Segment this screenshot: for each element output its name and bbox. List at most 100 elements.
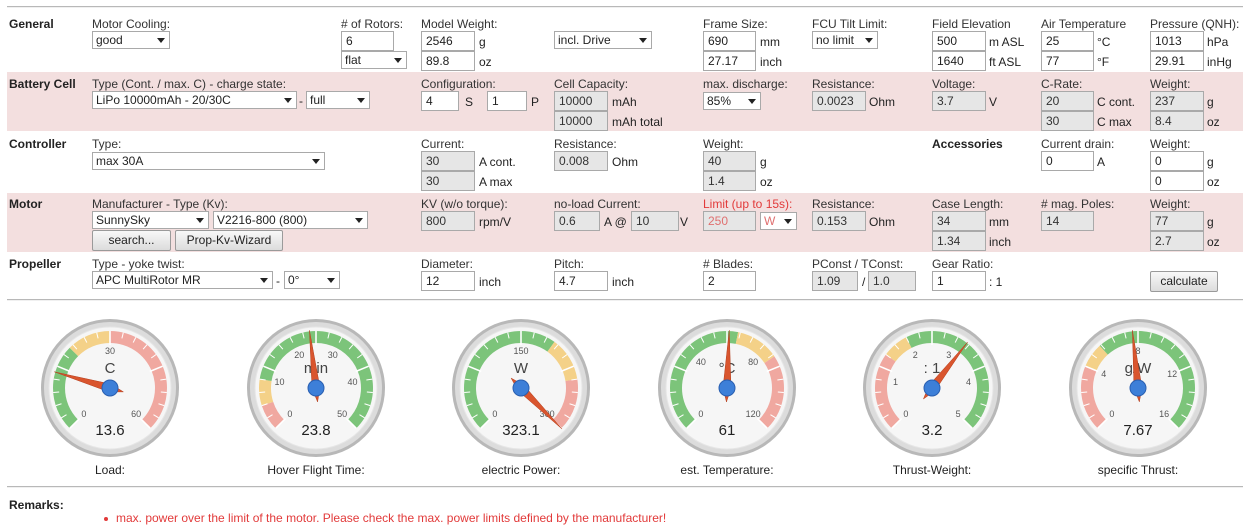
battery-weight-oz-input[interactable]: 8.4 (1150, 111, 1204, 131)
motor-weight-g-unit: g (1207, 215, 1214, 229)
gauge: 01020304050min23.8 (246, 318, 386, 458)
controller-weight-g-unit: g (760, 155, 767, 169)
power-limit-input[interactable]: 250 (703, 211, 756, 231)
controller-weight-oz-input[interactable]: 1.4 (703, 171, 756, 191)
motor-manufacturer-select[interactable]: SunnySky (92, 211, 209, 229)
gauge-hub (307, 379, 325, 397)
motor-manufacturer-value: SunnySky (96, 213, 151, 227)
model-weight-g-unit: g (479, 35, 486, 49)
accessories-weight-label: Weight: (1150, 137, 1191, 151)
motor-resistance-input[interactable]: 0.153 (812, 211, 866, 231)
air-temp-f-input[interactable]: 77 (1041, 51, 1094, 71)
current-drain-input[interactable]: 0 (1041, 151, 1094, 171)
kv-input[interactable]: 800 (421, 211, 475, 231)
gauge-tick-label: 0 (81, 409, 86, 419)
model-weight-g-input[interactable]: 2546 (421, 31, 475, 51)
motor-weight-oz-input[interactable]: 2.7 (1150, 231, 1204, 251)
voltage-input[interactable]: 3.7 (932, 91, 986, 111)
mag-poles-input[interactable]: 14 (1041, 211, 1094, 231)
charge-state-value: full (310, 93, 326, 107)
max-discharge-select[interactable]: 85% (703, 92, 761, 110)
accessories-weight-g-input[interactable]: 0 (1150, 151, 1204, 171)
power-limit-unit-select[interactable]: W (760, 212, 797, 230)
controller-weight-g-input[interactable]: 40 (703, 151, 756, 171)
diameter-label: Diameter: (421, 257, 474, 271)
noload-voltage-input[interactable]: 10 (631, 211, 679, 231)
accessories-weight-oz-unit: oz (1207, 175, 1220, 189)
gauge-tick-label: 150 (513, 346, 528, 356)
cell-capacity-input[interactable]: 10000 (554, 91, 608, 111)
frame-size-inch-input[interactable]: 27.17 (703, 51, 756, 71)
gauge-hub (718, 379, 736, 397)
battery-resistance-label: Resistance: (812, 77, 875, 91)
controller-current-label: Current: (421, 137, 465, 151)
calculate-button[interactable]: calculate (1150, 271, 1218, 292)
drive-select[interactable]: incl. Drive (554, 31, 652, 49)
controller-weight-label: Weight: (703, 137, 744, 151)
controller-type-label: Type: (92, 137, 122, 151)
pitch-input[interactable]: 4.7 (554, 271, 608, 291)
battery-resistance-input[interactable]: 0.0023 (812, 91, 866, 111)
gauge-unit: W (514, 360, 529, 377)
motor-cooling-select[interactable]: good (92, 31, 170, 49)
propeller-type-value: APC MultiRotor MR (96, 273, 201, 287)
blades-label: # Blades: (703, 257, 754, 271)
controller-type-select[interactable]: max 30A (92, 152, 325, 170)
case-length-inch-input[interactable]: 1.34 (932, 231, 986, 251)
c-rate-label: C-Rate: (1041, 77, 1083, 91)
chevron-down-icon (394, 58, 402, 63)
c-rate-cont-input[interactable]: 20 (1041, 91, 1094, 111)
chevron-down-icon (784, 219, 792, 224)
air-temp-c-input[interactable]: 25 (1041, 31, 1094, 51)
propeller-type-select[interactable]: APC MultiRotor MR (92, 271, 273, 289)
motor-cooling-label: Motor Cooling: (92, 17, 171, 31)
noload-current-label: no-load Current: (554, 197, 641, 211)
configuration-s-input[interactable]: 4 (421, 91, 459, 111)
case-length-inch-unit: inch (989, 235, 1012, 249)
gauge-tick-label: 5 (956, 409, 961, 419)
case-length-mm-input[interactable]: 34 (932, 211, 986, 231)
pressure-inhg-input[interactable]: 29.91 (1150, 51, 1204, 71)
gauge: 0481216g/W7.67 (1068, 318, 1208, 458)
rotors-input[interactable]: 6 (341, 31, 394, 51)
prop-kv-wizard-button[interactable]: Prop-Kv-Wizard (175, 230, 283, 251)
tconst-input[interactable]: 1.0 (868, 271, 916, 291)
configuration-p-input[interactable]: 1 (487, 91, 527, 111)
accessories-weight-oz-input[interactable]: 0 (1150, 171, 1204, 191)
rotor-layout-select[interactable]: flat (341, 51, 407, 69)
gauge-tick-label: 3 (946, 350, 951, 360)
diameter-input[interactable]: 12 (421, 271, 475, 291)
motor-weight-g-input[interactable]: 77 (1150, 211, 1204, 231)
controller-current-cont-input[interactable]: 30 (421, 151, 475, 171)
charge-state-select[interactable]: full (306, 91, 370, 109)
motor-type-select[interactable]: V2216-800 (800) (213, 211, 368, 229)
fcu-tilt-select[interactable]: no limit (812, 31, 878, 49)
frame-size-mm-input[interactable]: 690 (703, 31, 756, 51)
yoke-twist-select[interactable]: 0° (284, 271, 340, 289)
c-rate-max-input[interactable]: 30 (1041, 111, 1094, 131)
chevron-down-icon (865, 38, 873, 43)
controller-current-max-input[interactable]: 30 (421, 171, 475, 191)
chevron-down-icon (284, 98, 292, 103)
current-drain-unit: A (1097, 155, 1106, 169)
field-elevation-ft-input[interactable]: 1640 (932, 51, 986, 71)
gauge-dial: 0 1 2 3 4 5: 1 3.2 (863, 319, 1001, 457)
battery-type-select[interactable]: LiPo 10000mAh - 20/30C (92, 91, 297, 109)
gear-ratio-label: Gear Ratio: (932, 257, 994, 271)
model-weight-oz-input[interactable]: 89.8 (421, 51, 475, 71)
controller-resistance-input[interactable]: 0.008 (554, 151, 608, 171)
noload-current-input[interactable]: 0.6 (554, 211, 600, 231)
pressure-hpa-input[interactable]: 1013 (1150, 31, 1204, 51)
section-title-general: General (9, 17, 54, 31)
blades-input[interactable]: 2 (703, 271, 756, 291)
air-temp-c-unit: °C (1097, 35, 1111, 49)
pconst-input[interactable]: 1.09 (812, 271, 858, 291)
yoke-twist-value: 0° (288, 273, 300, 287)
gear-ratio-input[interactable]: 1 (932, 271, 986, 291)
field-elevation-label: Field Elevation (932, 17, 1011, 31)
frame-size-inch-unit: inch (760, 55, 783, 69)
pressure-hpa-unit: hPa (1207, 35, 1229, 49)
battery-weight-g-input[interactable]: 237 (1150, 91, 1204, 111)
motor-search-button[interactable]: search... (92, 230, 171, 251)
field-elevation-m-input[interactable]: 500 (932, 31, 986, 51)
